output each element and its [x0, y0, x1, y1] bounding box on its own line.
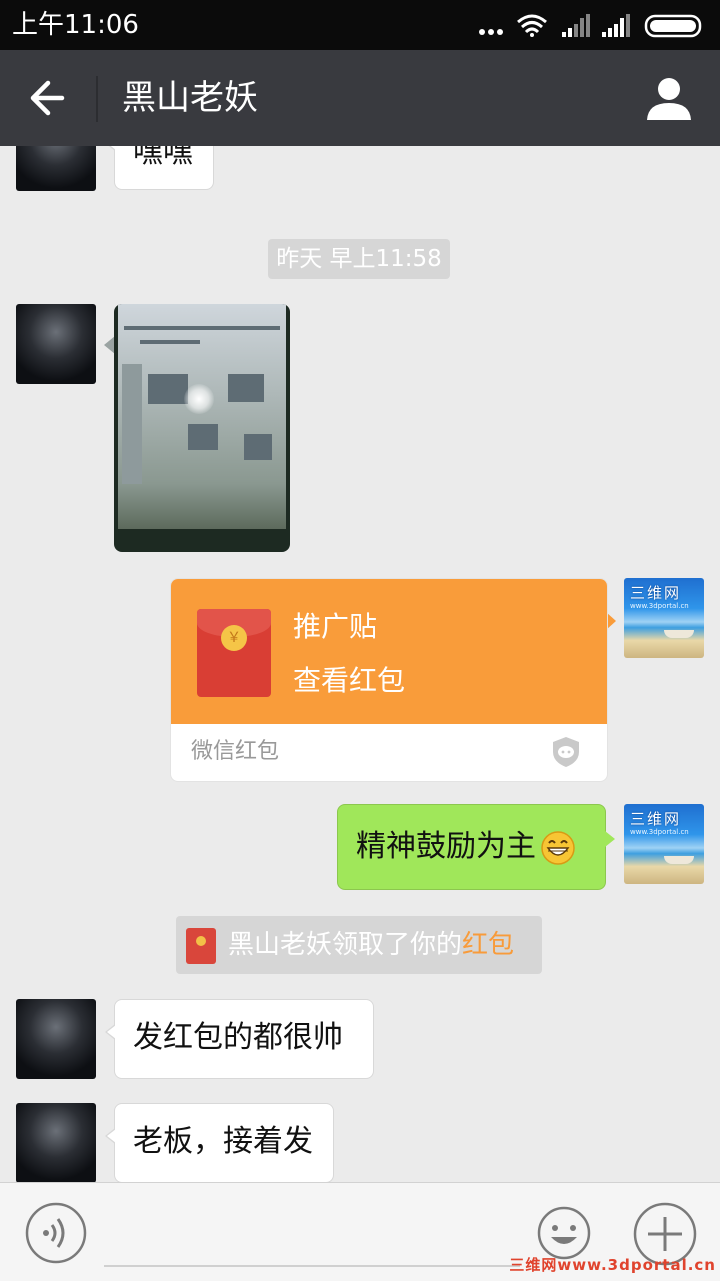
signal-icon — [562, 14, 590, 37]
avatar-self[interactable]: 三维网 www.3dportal.cn — [624, 804, 704, 884]
avatar-brand-text: 三维网 — [630, 584, 682, 602]
avatar[interactable] — [16, 146, 96, 191]
timestamp-label: 昨天 早上11:58 — [268, 239, 450, 279]
avatar-self[interactable]: 三维网 www.3dportal.cn — [624, 578, 704, 658]
avatar-url-text: www.3dportal.cn — [630, 828, 689, 836]
more-dots-icon — [479, 29, 503, 35]
voice-icon — [25, 1202, 87, 1264]
message-bubble[interactable]: 老板，接着发 — [105, 1103, 334, 1182]
voice-button[interactable] — [24, 1201, 88, 1265]
chat-title: 黑山老妖 — [122, 78, 258, 118]
system-notice: 黑山老妖领取了你的红包 — [176, 916, 542, 974]
wifi-icon — [517, 14, 547, 37]
message-text: 精神鼓励为主 — [356, 829, 536, 864]
avatar[interactable] — [16, 999, 96, 1079]
red-packet-subtitle: 查看红包 — [293, 664, 406, 697]
message-text: 发红包的都很帅 — [133, 1020, 343, 1055]
back-button[interactable] — [20, 72, 76, 124]
notice-prefix: 黑山老妖领取了你的 — [228, 930, 463, 960]
grin-emoji-icon — [541, 830, 575, 865]
chat-info-button[interactable] — [644, 74, 694, 124]
status-bar: 上午11:06 — [0, 0, 720, 50]
red-envelope-icon: ￥ — [197, 609, 271, 697]
image-message[interactable] — [114, 304, 290, 552]
red-packet-link[interactable]: 红包 — [462, 930, 514, 960]
red-packet-title: 推广贴 — [293, 610, 378, 643]
message-bubble[interactable]: 精神鼓励为主 — [337, 804, 615, 890]
camera-flash-glare — [184, 384, 214, 414]
message-text: 老板，接着发 — [133, 1124, 313, 1159]
red-packet-footer: 微信红包 — [191, 739, 280, 764]
avatar[interactable] — [16, 304, 96, 384]
chat-messages[interactable]: 嘿嘿 昨天 早上11:58 ￥ 推广贴 查看红包 微信红包 三维网 www.3d… — [0, 146, 720, 1182]
message-bubble[interactable]: 发红包的都很帅 — [105, 999, 374, 1079]
coin-icon: ￥ — [221, 625, 247, 651]
message-input[interactable] — [104, 1201, 520, 1267]
boat-shape — [664, 856, 694, 864]
wechat-shield-icon — [553, 737, 579, 767]
status-icons — [478, 12, 708, 38]
notice-text: 黑山老妖领取了你的红包 — [228, 926, 514, 964]
red-packet-card[interactable]: ￥ 推广贴 查看红包 微信红包 — [170, 578, 608, 782]
message-text: 嘿嘿 — [133, 146, 193, 170]
signal-icon — [602, 14, 630, 37]
message-bubble[interactable]: 嘿嘿 — [105, 146, 214, 190]
header-divider — [96, 76, 98, 122]
battery-icon — [644, 14, 702, 38]
back-arrow-icon — [30, 80, 65, 116]
person-icon — [647, 78, 691, 120]
status-time: 上午11:06 — [12, 10, 139, 40]
avatar-brand-text: 三维网 — [630, 810, 682, 828]
photo-screen — [118, 304, 286, 529]
red-envelope-icon — [186, 928, 216, 964]
input-bar: 三维网www.3dportal.cn — [0, 1182, 720, 1281]
avatar[interactable] — [16, 1103, 96, 1182]
boat-shape — [664, 630, 694, 638]
chat-header: 黑山老妖 — [0, 50, 720, 146]
red-packet-header: ￥ 推广贴 查看红包 — [171, 579, 607, 724]
avatar-url-text: www.3dportal.cn — [630, 602, 689, 610]
watermark-text: 三维网www.3dportal.cn — [509, 1256, 716, 1274]
